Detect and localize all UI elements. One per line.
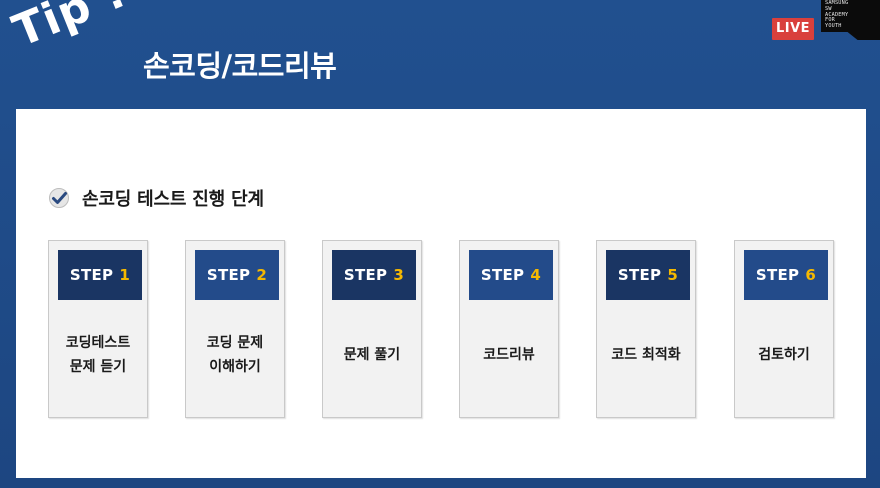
step-description-text: 코딩 문제 이해하기	[206, 335, 264, 375]
content-panel: 손코딩 테스트 진행 단계 STEP 1 코딩테스트 문제 듣기 STEP 2 …	[16, 109, 866, 478]
step-label: STEP	[206, 266, 251, 284]
step-number: 3	[393, 266, 405, 284]
step-description: 코딩 문제 이해하기	[186, 320, 284, 390]
step-card-5: STEP 5 코드 최적화	[596, 240, 696, 418]
step-label: STEP	[69, 266, 114, 284]
step-header: STEP 3	[332, 250, 416, 300]
step-card-6: STEP 6 검토하기	[734, 240, 834, 418]
bottom-strip	[0, 478, 880, 488]
section-heading-text: 손코딩 테스트 진행 단계	[82, 189, 264, 210]
step-number: 5	[667, 266, 679, 284]
check-icon	[49, 188, 69, 208]
step-label: STEP	[480, 266, 525, 284]
tip-label: Tip !	[6, 0, 134, 58]
academy-logo: SAMSUNG SW ACADEMY FOR YOUTH	[821, 0, 880, 40]
step-description-text: 문제 풀기	[343, 347, 401, 363]
live-badge: LIVE	[772, 18, 814, 40]
step-card-4: STEP 4 코드리뷰	[459, 240, 559, 418]
step-number: 6	[805, 266, 817, 284]
step-card-3: STEP 3 문제 풀기	[322, 240, 422, 418]
step-label: STEP	[617, 266, 662, 284]
step-description-text: 검토하기	[758, 347, 810, 363]
slide-background: Tip ! 손코딩/코드리뷰 LIVE SAMSUNG SW ACADEMY F…	[0, 0, 880, 488]
step-number: 4	[530, 266, 542, 284]
step-card-2: STEP 2 코딩 문제 이해하기	[185, 240, 285, 418]
step-description: 코딩테스트 문제 듣기	[49, 320, 147, 390]
page-title: 손코딩/코드리뷰	[143, 49, 337, 83]
section-heading: 손코딩 테스트 진행 단계	[48, 185, 264, 211]
step-description-text: 코드 최적화	[611, 347, 681, 363]
step-header: STEP 6	[744, 250, 828, 300]
step-label: STEP	[755, 266, 800, 284]
step-description: 코드 최적화	[597, 320, 695, 390]
step-header: STEP 4	[469, 250, 553, 300]
step-number: 1	[119, 266, 131, 284]
step-description: 코드리뷰	[460, 320, 558, 390]
step-description: 검토하기	[735, 320, 833, 390]
logo-text: SAMSUNG SW ACADEMY FOR YOUTH	[825, 0, 848, 30]
step-header: STEP 2	[195, 250, 279, 300]
step-number: 2	[256, 266, 268, 284]
step-description-text: 코딩테스트 문제 듣기	[65, 335, 131, 375]
step-header: STEP 1	[58, 250, 142, 300]
step-header: STEP 5	[606, 250, 690, 300]
step-card-1: STEP 1 코딩테스트 문제 듣기	[48, 240, 148, 418]
logo-line: YOUTH	[825, 23, 842, 30]
step-description-text: 코드리뷰	[483, 347, 535, 363]
step-description: 문제 풀기	[323, 320, 421, 390]
step-label: STEP	[343, 266, 388, 284]
